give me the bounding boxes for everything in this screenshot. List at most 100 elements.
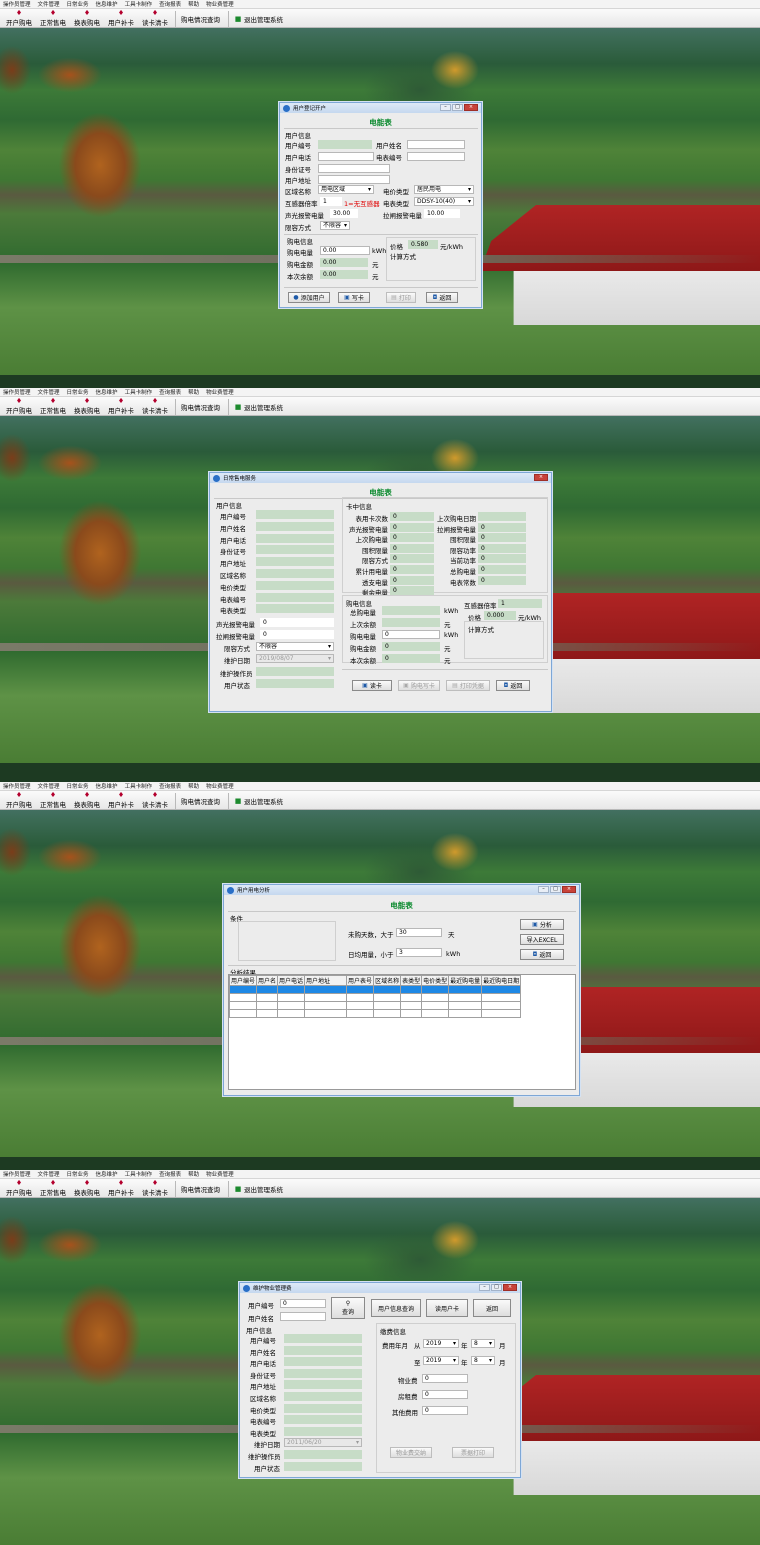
toolbar-reissue-card-button[interactable]: ♦ 用户补卡	[104, 397, 138, 416]
toolbar-open-account-button[interactable]: ♦ 开户购电	[2, 9, 36, 28]
limit-select[interactable]: 不限容	[256, 642, 334, 651]
user-info-query-button[interactable]: 用户信息查询	[371, 1299, 421, 1317]
close-button[interactable]: ×	[503, 1284, 517, 1291]
limit-select[interactable]: 不限容	[320, 221, 350, 230]
menu-item[interactable]: 信息维护	[96, 782, 118, 790]
days-field[interactable]: 30	[396, 928, 442, 937]
toolbar-read-clear-card-button[interactable]: ♦ 读卡清卡	[138, 791, 172, 810]
table-row[interactable]	[229, 985, 522, 994]
alarm1-field[interactable]: 0	[260, 618, 334, 627]
menu-item[interactable]: 帮助	[188, 388, 199, 396]
menu-item[interactable]: 工具卡制作	[125, 782, 153, 790]
toolbar-open-account-button[interactable]: ♦ 开户购电	[2, 397, 36, 416]
maint-date-field[interactable]: 2011/06/20	[284, 1438, 362, 1447]
toolbar-open-account-button[interactable]: ♦ 开户购电	[2, 1179, 36, 1198]
menu-item[interactable]: 日常业务	[67, 388, 89, 396]
meter-no-field[interactable]	[407, 152, 465, 161]
toolbar-reissue-card-button[interactable]: ♦ 用户补卡	[104, 9, 138, 28]
from-month-select[interactable]: 8	[471, 1339, 495, 1348]
toolbar-replace-meter-button[interactable]: ♦ 换表购电	[70, 1179, 104, 1198]
menu-item[interactable]: 操作员管理	[3, 388, 31, 396]
toolbar-open-account-button[interactable]: ♦ 开户购电	[2, 791, 36, 810]
alarm2-field[interactable]: 10.00	[424, 209, 460, 218]
column-header[interactable]: 最近购电日期	[481, 975, 522, 986]
rent-field[interactable]: 0	[422, 1390, 468, 1399]
table-row[interactable]	[229, 1001, 522, 1010]
toolbar-replace-meter-button[interactable]: ♦ 换表购电	[70, 791, 104, 810]
user-name-field[interactable]	[280, 1312, 326, 1321]
meter-type-select[interactable]: DDSY-10(40)	[414, 197, 474, 206]
print-receipt-button[interactable]: 票据打印	[452, 1447, 494, 1458]
other-fee-field[interactable]: 0	[422, 1406, 468, 1415]
to-year-select[interactable]: 2019	[423, 1356, 459, 1365]
print-button[interactable]: ▤ 打印	[386, 292, 416, 303]
analyze-button[interactable]: ▣ 分析	[520, 919, 564, 930]
buy-kwh-field[interactable]: 0	[382, 630, 440, 639]
address-field[interactable]	[318, 175, 390, 184]
property-fee-field[interactable]: 0	[422, 1374, 468, 1383]
user-no-field[interactable]	[318, 140, 372, 149]
toolbar-purchase-query-button[interactable]: 购电情况查询	[175, 793, 225, 809]
maint-date-field[interactable]: 2019/08/07	[256, 654, 334, 663]
table-row[interactable]	[229, 993, 522, 1002]
toolbar-exit-button[interactable]: ■ 退出管理系统	[228, 1181, 288, 1197]
table-row[interactable]	[229, 1009, 522, 1018]
menu-item[interactable]: 帮助	[188, 0, 199, 8]
result-grid[interactable]: 用户编号 用户名 用户电话 用户地址 用户表号 区域名称 表类型 电价类型 最近…	[228, 974, 576, 1090]
toolbar-purchase-query-button[interactable]: 购电情况查询	[175, 1181, 225, 1197]
from-year-select[interactable]: 2019	[423, 1339, 459, 1348]
add-user-button[interactable]: ● 添加用户	[288, 292, 330, 303]
menu-item[interactable]: 查询报表	[159, 782, 181, 790]
minimize-button[interactable]: –	[479, 1284, 490, 1291]
query-button[interactable]: ⚲ 查询	[331, 1297, 365, 1319]
menu-item[interactable]: 物业费管理	[206, 388, 234, 396]
minimize-button[interactable]: –	[440, 104, 451, 111]
daily-usage-field[interactable]: 3	[396, 948, 442, 957]
menu-item[interactable]: 工具卡制作	[125, 1170, 153, 1178]
toolbar-sell-button[interactable]: ♦ 正常售电	[36, 9, 70, 28]
alarm1-field[interactable]: 30.00	[330, 209, 358, 218]
toolbar-purchase-query-button[interactable]: 购电情况查询	[175, 399, 225, 415]
menu-item[interactable]: 信息维护	[96, 0, 118, 8]
column-header[interactable]: 最近购电量	[448, 975, 483, 986]
toolbar-replace-meter-button[interactable]: ♦ 换表购电	[70, 9, 104, 28]
column-header[interactable]: 用户表号	[346, 975, 375, 986]
menu-item[interactable]: 文件管理	[38, 388, 60, 396]
buy-kwh-field[interactable]: 0.00	[320, 246, 370, 255]
toolbar-read-clear-card-button[interactable]: ♦ 读卡清卡	[138, 397, 172, 416]
user-no-field[interactable]: 0	[280, 1299, 326, 1308]
column-header[interactable]: 用户地址	[304, 975, 348, 986]
toolbar-exit-button[interactable]: ■ 退出管理系统	[228, 793, 288, 809]
menu-item[interactable]: 查询报表	[159, 1170, 181, 1178]
menu-item[interactable]: 帮助	[188, 1170, 199, 1178]
read-card-button[interactable]: ▣ 读卡	[352, 680, 392, 691]
back-button[interactable]: ◘ 返回	[496, 680, 530, 691]
toolbar-sell-button[interactable]: ♦ 正常售电	[36, 791, 70, 810]
menu-item[interactable]: 日常业务	[67, 0, 89, 8]
user-name-field[interactable]	[407, 140, 465, 149]
back-button[interactable]: ◘ 返回	[520, 949, 564, 960]
menu-item[interactable]: 帮助	[188, 782, 199, 790]
toolbar-read-clear-card-button[interactable]: ♦ 读卡清卡	[138, 1179, 172, 1198]
toolbar-sell-button[interactable]: ♦ 正常售电	[36, 397, 70, 416]
menu-item[interactable]: 文件管理	[38, 0, 60, 8]
menu-item[interactable]: 物业费管理	[206, 782, 234, 790]
menu-item[interactable]: 文件管理	[38, 1170, 60, 1178]
price-type-select[interactable]: 居民用电	[414, 185, 474, 194]
maximize-button[interactable]: □	[491, 1284, 502, 1291]
menu-item[interactable]: 操作员管理	[3, 1170, 31, 1178]
menu-item[interactable]: 物业费管理	[206, 1170, 234, 1178]
purchase-write-card-button[interactable]: ▣ 购电写卡	[398, 680, 440, 691]
column-header[interactable]: 区域名称	[373, 975, 402, 986]
read-user-card-button[interactable]: 读用户卡	[426, 1299, 468, 1317]
close-button[interactable]: ×	[562, 886, 576, 893]
column-header[interactable]: 表类型	[400, 975, 423, 986]
toolbar-purchase-query-button[interactable]: 购电情况查询	[175, 11, 225, 27]
menu-item[interactable]: 物业费管理	[206, 0, 234, 8]
print-receipt-button[interactable]: ▤ 打印凭据	[446, 680, 490, 691]
menu-item[interactable]: 文件管理	[38, 782, 60, 790]
toolbar-reissue-card-button[interactable]: ♦ 用户补卡	[104, 1179, 138, 1198]
column-header[interactable]: 电价类型	[421, 975, 450, 986]
column-header[interactable]: 用户编号	[229, 975, 258, 986]
maximize-button[interactable]: □	[550, 886, 561, 893]
